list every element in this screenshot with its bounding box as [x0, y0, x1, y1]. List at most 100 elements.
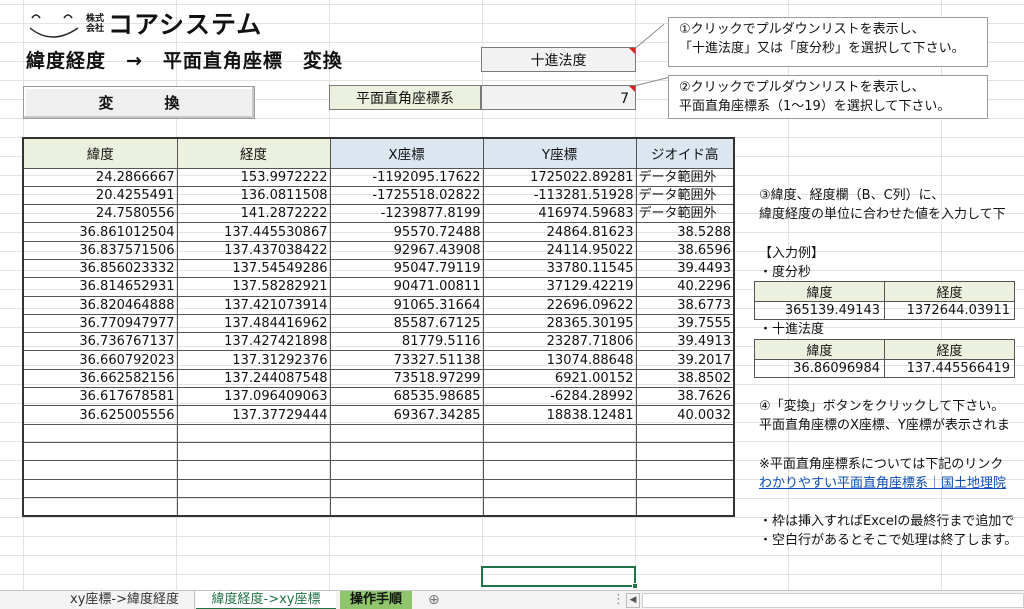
cell-latitude[interactable]: 36.856023332 [22, 258, 178, 279]
gsi-link[interactable]: わかりやすい平面直角座標系｜国土地理院 [759, 474, 1006, 493]
coord-system-select[interactable]: 7 [481, 85, 636, 110]
cell-x[interactable] [329, 441, 484, 462]
cell-y[interactable] [482, 423, 637, 443]
sheet-tab-instructions[interactable]: 操作手順 [340, 591, 412, 609]
cell-y[interactable]: 37129.42219 [482, 277, 637, 297]
cell-x[interactable]: -1239877.8199 [329, 204, 484, 224]
cell-y[interactable]: 33780.11545 [482, 258, 637, 279]
cell-geoid[interactable]: 38.8502 [635, 368, 735, 389]
cell-y[interactable]: 24864.81623 [482, 222, 637, 242]
cell-latitude[interactable]: 36.837571506 [22, 240, 178, 260]
cell-y[interactable]: 13074.88648 [482, 350, 637, 370]
cell-y[interactable]: 28365.30195 [482, 313, 637, 334]
cell-geoid[interactable]: 38.5288 [635, 222, 735, 242]
cell-latitude[interactable] [22, 423, 178, 443]
cell-longitude[interactable]: 137.31292376 [176, 350, 331, 370]
cell-longitude[interactable]: 137.37729444 [176, 405, 331, 425]
cell-geoid[interactable]: データ範囲外 [635, 185, 735, 206]
cell-longitude[interactable]: 141.2872222 [176, 204, 331, 224]
cell-longitude[interactable]: 137.484416962 [176, 313, 331, 334]
cell-latitude[interactable]: 24.7580556 [22, 204, 178, 224]
cell-latitude[interactable]: 36.662582156 [22, 368, 178, 389]
cell-geoid[interactable] [635, 478, 735, 498]
cell-longitude[interactable]: 137.437038422 [176, 240, 331, 260]
sheet-tab-latlon-to-xy[interactable]: 緯度経度->xy座標 [196, 591, 336, 609]
cell-latitude[interactable]: 36.820464888 [22, 295, 178, 315]
cell-latitude[interactable]: 36.617678581 [22, 387, 178, 407]
cell-y[interactable]: 6921.00152 [482, 368, 637, 389]
cell-longitude[interactable]: 137.54549286 [176, 258, 331, 279]
cell-x[interactable]: 90471.00811 [329, 277, 484, 297]
sheet-tab-xy-to-latlon[interactable]: xy座標->緯度経度 [55, 591, 195, 609]
cell-longitude[interactable] [176, 423, 331, 443]
cell-longitude[interactable] [176, 441, 331, 462]
cell-y[interactable] [482, 460, 637, 480]
cell-y[interactable]: 18838.12481 [482, 405, 637, 425]
active-cell[interactable] [481, 566, 636, 587]
cell-latitude[interactable] [22, 496, 178, 517]
cell-longitude[interactable] [176, 496, 331, 517]
cell-y[interactable] [482, 478, 637, 498]
cell-latitude[interactable] [22, 478, 178, 498]
cell-x[interactable]: 95570.72488 [329, 222, 484, 242]
tab-splitter-icon[interactable]: ⋮ [604, 591, 625, 609]
cell-longitude[interactable]: 137.427421898 [176, 332, 331, 352]
cell-geoid[interactable] [635, 496, 735, 517]
cell-geoid[interactable] [635, 460, 735, 480]
cell-geoid[interactable] [635, 423, 735, 443]
cell-latitude[interactable] [22, 441, 178, 462]
cell-x[interactable]: -1192095.17622 [329, 167, 484, 187]
cell-latitude[interactable]: 36.814652931 [22, 277, 178, 297]
cell-geoid[interactable]: 38.6596 [635, 240, 735, 260]
cell-y[interactable]: -6284.28992 [482, 387, 637, 407]
convert-button[interactable]: 変 換 [23, 86, 255, 119]
cell-latitude[interactable]: 36.770947977 [22, 313, 178, 334]
cell-longitude[interactable]: 137.445530867 [176, 222, 331, 242]
cell-y[interactable]: 23287.71806 [482, 332, 637, 352]
cell-x[interactable]: -1725518.02822 [329, 185, 484, 206]
cell-x[interactable] [329, 496, 484, 517]
cell-x[interactable] [329, 478, 484, 498]
cell-latitude[interactable]: 36.660792023 [22, 350, 178, 370]
cell-longitude[interactable] [176, 460, 331, 480]
cell-x[interactable]: 95047.79119 [329, 258, 484, 279]
cell-y[interactable] [482, 496, 637, 517]
cell-longitude[interactable] [176, 478, 331, 498]
cell-geoid[interactable]: 40.2296 [635, 277, 735, 297]
cell-y[interactable]: 22696.09622 [482, 295, 637, 315]
format-select[interactable]: 十進法度 [481, 47, 636, 72]
cell-latitude[interactable]: 36.625005556 [22, 405, 178, 425]
cell-geoid[interactable]: 39.7555 [635, 313, 735, 334]
cell-geoid[interactable]: データ範囲外 [635, 167, 735, 187]
cell-y[interactable]: 1725022.89281 [482, 167, 637, 187]
cell-x[interactable]: 68535.98685 [329, 387, 484, 407]
add-sheet-icon[interactable]: ⊕ [420, 591, 446, 609]
cell-latitude[interactable]: 36.736767137 [22, 332, 178, 352]
cell-longitude[interactable]: 137.244087548 [176, 368, 331, 389]
cell-geoid[interactable]: 38.7626 [635, 387, 735, 407]
fill-handle[interactable] [632, 583, 638, 589]
cell-geoid[interactable]: 38.6773 [635, 295, 735, 315]
cell-x[interactable]: 81779.5116 [329, 332, 484, 352]
cell-x[interactable] [329, 423, 484, 443]
cell-longitude[interactable]: 137.421073914 [176, 295, 331, 315]
cell-latitude[interactable]: 36.861012504 [22, 222, 178, 242]
cell-longitude[interactable]: 137.58282921 [176, 277, 331, 297]
cell-latitude[interactable]: 20.4255491 [22, 185, 178, 206]
scroll-left-icon[interactable]: ◀ [626, 593, 640, 608]
cell-latitude[interactable] [22, 460, 178, 480]
cell-x[interactable]: 73518.97299 [329, 368, 484, 389]
cell-x[interactable] [329, 460, 484, 480]
cell-geoid[interactable]: 39.2017 [635, 350, 735, 370]
cell-geoid[interactable]: 40.0032 [635, 405, 735, 425]
cell-y[interactable]: 24114.95022 [482, 240, 637, 260]
cell-x[interactable]: 69367.34285 [329, 405, 484, 425]
cell-longitude[interactable]: 153.9972222 [176, 167, 331, 187]
cell-geoid[interactable]: データ範囲外 [635, 204, 735, 224]
cell-x[interactable]: 73327.51138 [329, 350, 484, 370]
cell-y[interactable] [482, 441, 637, 462]
cell-longitude[interactable]: 137.096409063 [176, 387, 331, 407]
cell-geoid[interactable]: 39.4493 [635, 258, 735, 279]
cell-geoid[interactable]: 39.4913 [635, 332, 735, 352]
cell-y[interactable]: 416974.59683 [482, 204, 637, 224]
